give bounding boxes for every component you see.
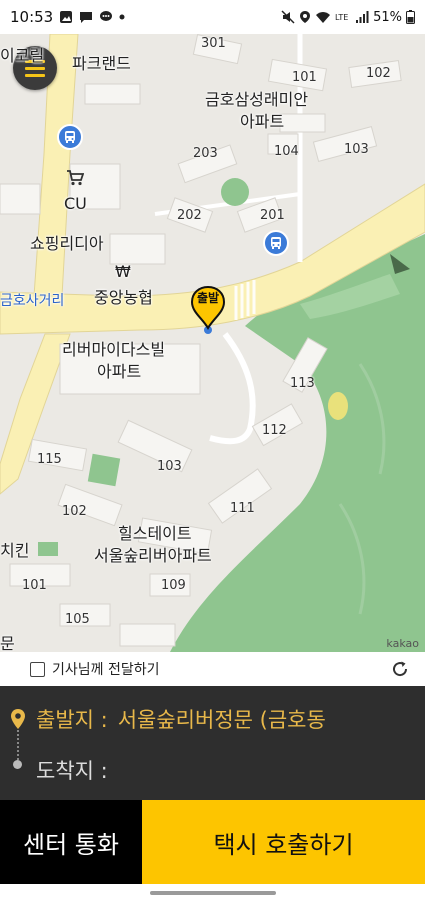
map-label-raemian: 금호삼성래미안 (205, 90, 309, 109)
route-dotted-line (17, 730, 19, 760)
start-location-value: 서울숲리버정문 (금호동 (117, 708, 326, 732)
map-label-raemian-apt: 아파트 (240, 112, 285, 131)
dot-icon (119, 14, 125, 20)
building-number: 101 (292, 70, 317, 85)
map-label-cu: CU (64, 194, 87, 213)
map-label-rivermaidas: 리버마이다스빌 (62, 340, 166, 359)
building-number: 104 (274, 144, 299, 159)
building-number: 115 (37, 452, 62, 467)
status-time: 10:53 (10, 8, 54, 26)
building-number: 109 (161, 578, 186, 593)
wifi-icon (315, 11, 331, 24)
building-number: 103 (344, 142, 369, 157)
navigation-bar (0, 884, 425, 900)
status-bar: 10:53 LTE 51% (0, 0, 425, 34)
map-label-rivermaidas-apt: 아파트 (97, 362, 142, 381)
building-number: 201 (260, 208, 285, 223)
home-gesture-pill[interactable] (150, 891, 276, 895)
building-number: 112 (262, 423, 287, 438)
lte-icon: LTE (335, 11, 351, 23)
building-number: 202 (177, 208, 202, 223)
location-icon (299, 10, 311, 24)
start-location-label: 출발지 : (36, 708, 108, 732)
map-label-shopping-media: 쇼핑리디아 (30, 234, 104, 253)
building-number: 113 (290, 376, 315, 391)
destination-field[interactable]: 도착지 : (36, 750, 408, 790)
building-number: 101 (22, 578, 47, 593)
refresh-icon[interactable] (391, 660, 409, 678)
battery-icon (406, 10, 415, 24)
battery-percent: 51% (373, 9, 402, 25)
map-label-geumho-intersection: 금호사거리 (0, 293, 65, 309)
kakao-logo: kakao (386, 637, 419, 650)
map-label-seoul-forest: 서울숲리버아파트 (94, 546, 212, 565)
map-label-hillstate: 힐스테이트 (118, 524, 192, 543)
building-number: 103 (157, 459, 182, 474)
bus-stop-icon[interactable] (263, 230, 289, 256)
building-number: 301 (201, 36, 226, 51)
building-number: 105 (65, 612, 90, 627)
map-label-partial-top: 이코릴 (0, 46, 45, 65)
map-label-nonghyup: 중앙농협 (94, 288, 153, 307)
building-number: 111 (230, 501, 255, 516)
bus-stop-icon[interactable] (57, 124, 83, 150)
building-number: 102 (62, 504, 87, 519)
call-taxi-button[interactable]: 택시 호출하기 (142, 800, 425, 884)
menu-bar-icon (25, 73, 45, 77)
map-label-chicken: 치킨 (0, 541, 30, 560)
start-marker[interactable]: 출발 (190, 285, 226, 334)
map-view[interactable]: ₩ 이코릴 파크랜드 CU 쇼핑리디아 중앙농협 금호사거리 리버마이다스빌 아… (0, 34, 425, 652)
deliver-checkbox[interactable] (30, 661, 45, 677)
bank-icon: ₩ (115, 262, 131, 281)
building-number: 203 (193, 146, 218, 161)
destination-dot-icon (13, 760, 22, 769)
destination-label: 도착지 : (36, 759, 108, 783)
center-call-button[interactable]: 센터 통화 (0, 800, 142, 884)
signal-icon (355, 10, 369, 24)
message-icon (79, 10, 93, 24)
map-label-park-land: 파크랜드 (72, 54, 131, 73)
start-marker-label: 출발 (196, 291, 220, 305)
image-icon (59, 10, 73, 24)
chat-icon (99, 10, 113, 24)
mute-icon (281, 10, 295, 24)
menu-bar-icon (25, 66, 45, 70)
deliver-checkbox-label[interactable]: 기사님께 전달하기 (52, 659, 160, 679)
map-label-partial-bottom: 문 (0, 634, 15, 652)
cart-icon (66, 170, 85, 191)
option-row: 기사님께 전달하기 (0, 652, 425, 686)
building-number: 102 (366, 66, 391, 81)
start-location-field[interactable]: 출발지 : 서울숲리버정문 (금호동 (36, 699, 408, 739)
location-panel: 출발지 : 서울숲리버정문 (금호동 도착지 : (0, 686, 425, 800)
svg-text:LTE: LTE (335, 13, 348, 22)
